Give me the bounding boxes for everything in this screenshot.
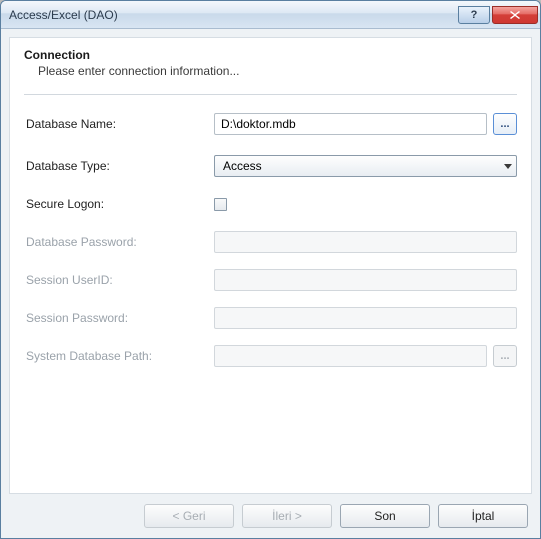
close-button[interactable] [492, 6, 538, 24]
dropdown-value: Access [223, 159, 262, 173]
titlebar[interactable]: Access/Excel (DAO) ? [1, 1, 540, 29]
input-system-db-path [214, 345, 487, 367]
main-panel: Connection Please enter connection infor… [9, 37, 532, 494]
row-session-password: Session Password: [24, 307, 517, 329]
input-session-user [214, 269, 517, 291]
row-session-user: Session UserID: [24, 269, 517, 291]
label-database-type: Database Type: [24, 159, 214, 173]
browse-button[interactable]: ... [493, 113, 517, 135]
help-button[interactable]: ? [458, 6, 490, 24]
row-system-db-path: System Database Path: ... [24, 345, 517, 367]
chevron-down-icon [504, 164, 512, 169]
input-session-password [214, 307, 517, 329]
input-db-password [214, 231, 517, 253]
divider [24, 94, 517, 95]
row-db-password: Database Password: [24, 231, 517, 253]
label-database-name: Database Name: [24, 117, 214, 131]
next-button: İleri > [242, 504, 332, 528]
input-database-name[interactable] [214, 113, 487, 135]
label-session-password: Session Password: [24, 311, 214, 325]
checkbox-secure-logon[interactable] [214, 198, 227, 211]
label-secure-logon: Secure Logon: [24, 197, 214, 211]
cancel-button[interactable]: İptal [438, 504, 528, 528]
row-secure-logon: Secure Logon: [24, 197, 517, 211]
button-bar: < Geri İleri > Son İptal [9, 494, 532, 530]
back-button: < Geri [144, 504, 234, 528]
finish-button[interactable]: Son [340, 504, 430, 528]
header-section: Connection Please enter connection infor… [24, 48, 517, 88]
row-database-type: Database Type: Access [24, 155, 517, 177]
row-database-name: Database Name: ... [24, 113, 517, 135]
browse-system-db-button: ... [493, 345, 517, 367]
label-session-user: Session UserID: [24, 273, 214, 287]
dialog-window: Access/Excel (DAO) ? Connection Please e… [0, 0, 541, 539]
header-subtitle: Please enter connection information... [24, 64, 517, 78]
close-icon [510, 11, 520, 19]
label-system-db-path: System Database Path: [24, 349, 214, 363]
header-title: Connection [24, 48, 517, 62]
window-title: Access/Excel (DAO) [9, 8, 456, 22]
dropdown-database-type[interactable]: Access [214, 155, 517, 177]
label-db-password: Database Password: [24, 235, 214, 249]
content-area: Connection Please enter connection infor… [1, 29, 540, 538]
